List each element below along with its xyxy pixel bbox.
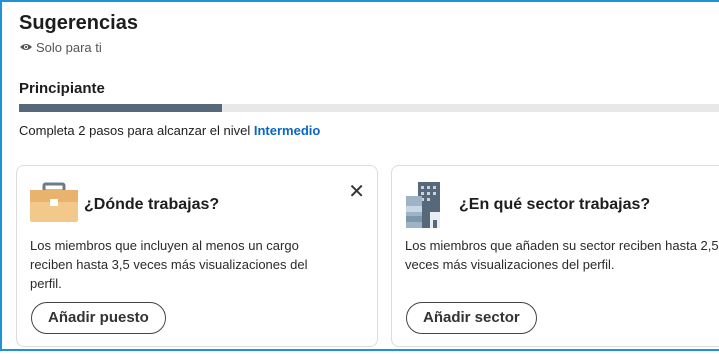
progress-hint: Completa 2 pasos para alcanzar el nivel … <box>19 123 320 138</box>
card-description: Los miembros que añaden su sector recibe… <box>405 238 719 272</box>
card-description: Los miembros que incluyen al menos un ca… <box>30 238 308 291</box>
add-industry-button[interactable]: Añadir sector <box>406 302 537 334</box>
progress-hint-text: Completa 2 pasos para alcanzar el nivel <box>19 123 251 138</box>
card-title: ¿Dónde trabajas? <box>84 196 220 213</box>
privacy-label: Solo para ti <box>36 40 102 55</box>
level-label: Principiante <box>19 80 105 97</box>
suggestion-card-job: ¿Dónde trabajas? ✕ Los miembros que incl… <box>16 165 378 347</box>
suggestions-panel: Sugerencias Solo para ti Principiante Co… <box>0 0 719 354</box>
panel-title: Sugerencias <box>19 12 138 34</box>
buildings-icon <box>404 182 444 235</box>
privacy-note: Solo para ti <box>19 40 102 55</box>
add-position-button[interactable]: Añadir puesto <box>31 302 166 334</box>
suggestion-card-industry: ¿En qué sector trabajas? Los miembros qu… <box>391 165 719 347</box>
close-icon[interactable]: ✕ <box>348 182 365 202</box>
briefcase-icon <box>29 182 79 229</box>
progress-bar-fill <box>19 104 222 112</box>
next-level-link[interactable]: Intermedio <box>254 123 320 138</box>
eye-icon <box>19 40 33 55</box>
card-title: ¿En qué sector trabajas? <box>459 196 651 213</box>
progress-bar <box>19 104 719 112</box>
